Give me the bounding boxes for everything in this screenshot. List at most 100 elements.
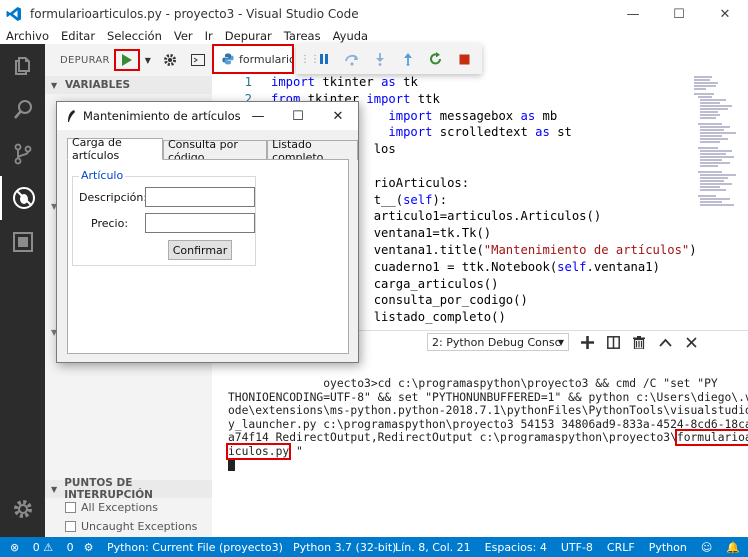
kill-terminal-button[interactable] [626, 331, 652, 353]
search-icon [13, 100, 32, 119]
close-icon[interactable]: ✕ [702, 0, 748, 28]
descripcion-entry[interactable] [145, 187, 255, 207]
tab-listado-completo[interactable]: Listado completo [267, 138, 358, 164]
extensions-icon [12, 232, 33, 252]
checkbox[interactable] [65, 502, 76, 513]
variables-section-header[interactable]: ▼ VARIABLES [45, 76, 212, 94]
python-file-icon [222, 53, 234, 65]
cursor-position[interactable]: Lín. 8, Col. 21 [395, 541, 471, 554]
highlighted-filename-part1: formularioart [674, 429, 748, 447]
drag-handle-icon[interactable]: ⋮⋮ [300, 54, 320, 65]
minimize-icon[interactable]: — [610, 0, 656, 28]
tab-consulta-por-codigo[interactable]: Consulta por código [162, 138, 268, 164]
breakpoint-uncaught-exceptions[interactable]: Uncaught Exceptions [45, 517, 212, 536]
split-icon [606, 335, 620, 349]
menu-ir[interactable]: Ir [205, 29, 213, 43]
chevron-down-icon: ▼ [51, 484, 58, 494]
gear-icon[interactable] [163, 53, 177, 67]
minimize-icon[interactable]: — [238, 102, 278, 130]
descripcion-label: Descripción: [79, 191, 148, 204]
plus-icon [580, 335, 594, 349]
debug-config-status[interactable]: ⚙ Python: Current File (proyecto3) [84, 541, 283, 554]
notifications-bell-icon[interactable]: 🔔 [726, 541, 740, 554]
maximize-icon[interactable]: ☐ [278, 102, 318, 130]
chevron-up-icon [658, 338, 672, 347]
debug-view-button[interactable] [0, 176, 45, 220]
confirmar-button[interactable]: Confirmar [168, 240, 232, 260]
window-title: formularioarticulos.py - proyecto3 - Vis… [30, 7, 359, 21]
menu-ayuda[interactable]: Ayuda [333, 29, 369, 43]
menu-editar[interactable]: Editar [61, 29, 95, 43]
manage-button[interactable] [0, 487, 45, 531]
pause-icon [320, 54, 328, 64]
no-bug-icon [12, 187, 35, 209]
debug-console-icon[interactable] [190, 54, 205, 66]
feedback-smiley-icon[interactable]: ☺ [701, 541, 712, 554]
chevron-down-icon: ▼ [557, 337, 564, 347]
terminal-output[interactable]: oyecto3>cd c:\programaspython\proyecto3 … [225, 377, 748, 472]
minimap[interactable] [692, 74, 742, 214]
precio-entry[interactable] [145, 213, 255, 233]
step-out-button[interactable] [394, 45, 422, 73]
editor-tab-formularioarticulos[interactable]: formulario [212, 44, 294, 74]
highlighted-filename-part2: iculos.py [225, 442, 292, 460]
search-button[interactable] [0, 88, 45, 132]
menu-ver[interactable]: Ver [174, 29, 193, 43]
restart-icon [430, 52, 441, 65]
step-into-icon [376, 53, 384, 66]
close-panel-button[interactable] [678, 331, 704, 353]
status-bar: ⊗ 0 ⚠ 0 ⚙ Python: Current File (proyecto… [0, 537, 748, 557]
new-terminal-button[interactable] [574, 331, 600, 353]
breakpoints-section-header[interactable]: ▼ PUNTOS DE INTERRUPCIÓN [45, 477, 212, 501]
problems-indicator[interactable]: ⊗ 0 ⚠ 0 [10, 541, 74, 554]
maximize-icon[interactable]: ☐ [656, 0, 702, 28]
config-dropdown-icon[interactable]: ▼ [143, 51, 153, 69]
maximize-panel-button[interactable] [652, 331, 678, 353]
tk-feather-icon [68, 110, 75, 122]
eol-status[interactable]: CRLF [607, 541, 635, 554]
tab-carga-articulos[interactable]: Carga de artículos [67, 136, 163, 162]
code-line[interactable]: 1 import tkinter as tk [212, 74, 748, 91]
menu-depurar[interactable]: Depurar [225, 29, 272, 43]
stop-icon [459, 54, 469, 64]
menu-seleccion[interactable]: Selección [107, 29, 162, 43]
tk-title-bar: Mantenimiento de artículos — ☐ ✕ [57, 102, 358, 130]
files-icon [14, 57, 30, 75]
start-debugging-button[interactable] [113, 49, 140, 71]
articulo-labelframe: Artículo Descripción: Precio: Confirmar [72, 169, 256, 266]
step-out-icon [404, 53, 412, 66]
menu-bar: Archivo Editar Selección Ver Ir Depurar … [0, 28, 748, 44]
debug-toolbar: DEPURAR ▼ [45, 44, 212, 76]
debug-label: DEPURAR [60, 54, 110, 66]
gear-icon [13, 500, 32, 518]
activity-bar [0, 44, 45, 537]
step-into-button[interactable] [366, 45, 394, 73]
git-branch-icon [14, 143, 31, 165]
close-icon[interactable]: ✕ [318, 102, 358, 130]
explorer-button[interactable] [0, 44, 45, 88]
extensions-button[interactable] [0, 220, 45, 264]
menu-archivo[interactable]: Archivo [6, 29, 49, 43]
restart-button[interactable] [422, 45, 450, 73]
terminal-cursor [228, 458, 235, 471]
line-number: 1 [244, 75, 252, 89]
indentation-status[interactable]: Espacios: 4 [485, 541, 547, 554]
split-terminal-button[interactable] [600, 331, 626, 353]
step-over-icon [345, 54, 358, 66]
tk-window-title: Mantenimiento de artículos [83, 109, 241, 123]
checkbox[interactable] [65, 521, 76, 532]
title-bar: formularioarticulos.py - proyecto3 - Vis… [0, 0, 748, 28]
language-mode[interactable]: Python [649, 541, 687, 554]
pause-button[interactable] [310, 45, 338, 73]
notebook-page: Artículo Descripción: Precio: Confirmar [67, 159, 349, 354]
play-icon [121, 54, 132, 66]
stop-button[interactable] [450, 45, 478, 73]
terminal-select[interactable]: 2: Python Debug Consc ▼ [427, 333, 569, 351]
encoding-status[interactable]: UTF-8 [561, 541, 593, 554]
menu-tareas[interactable]: Tareas [284, 29, 321, 43]
code-text: import tkinter as tk [271, 75, 418, 89]
tk-window: Mantenimiento de artículos — ☐ ✕ Carga d… [56, 101, 359, 363]
source-control-button[interactable] [0, 132, 45, 176]
tab-label: formulario [239, 52, 294, 66]
step-over-button[interactable] [338, 45, 366, 73]
